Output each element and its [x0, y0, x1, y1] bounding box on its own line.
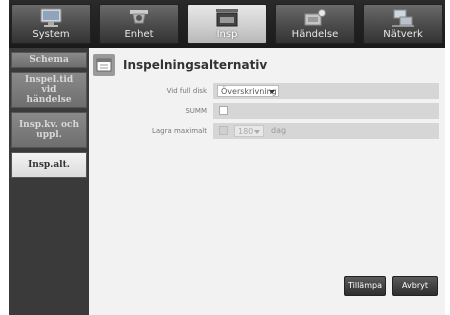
full-disk-label: Vid full disk [166, 87, 207, 95]
apply-button[interactable]: Tillämpa [344, 276, 386, 296]
screen: System Enhet Insp Händelse Nätverk Schem… [0, 0, 450, 315]
row-summ: SUMM [89, 103, 439, 119]
sidebar-item-label: Inspel.tid vid händelse [24, 75, 74, 105]
sidebar-item-record-quality[interactable]: Insp.kv. och uppl. [11, 112, 87, 148]
tab-label: Nätverk [383, 29, 423, 40]
row-max-save: Lagra maximalt 180 dag [89, 123, 439, 139]
tab-label: Insp [216, 29, 238, 40]
chevron-down-icon [269, 90, 275, 94]
max-save-unit: dag [271, 126, 287, 135]
max-save-days-select[interactable]: 180 [234, 125, 264, 137]
tab-system[interactable]: System [11, 4, 91, 44]
tab-label: Enhet [124, 29, 154, 40]
max-save-checkbox[interactable] [219, 126, 228, 135]
tab-insp[interactable]: Insp [187, 4, 267, 44]
full-disk-field: Överskrivning [213, 83, 439, 99]
sidebar-item-label: Insp.alt. [28, 160, 70, 170]
cancel-button[interactable]: Avbryt [392, 276, 438, 296]
sidebar-item-schema[interactable]: Schema [11, 52, 87, 68]
sidebar: Schema Inspel.tid vid händelse Insp.kv. … [9, 48, 89, 315]
sidebar-item-label: Schema [29, 55, 69, 65]
tab-label: Händelse [291, 29, 339, 40]
max-save-value: 180 [238, 127, 254, 136]
dvr-menu-window: System Enhet Insp Händelse Nätverk Schem… [9, 0, 445, 315]
calendar-icon [93, 54, 115, 76]
row-full-disk: Vid full disk Överskrivning [89, 83, 439, 99]
camera-icon [130, 10, 148, 24]
max-save-label: Lagra maximalt [151, 127, 207, 135]
tab-natverk[interactable]: Nätverk [363, 4, 443, 44]
network-icon [392, 9, 414, 27]
full-disk-select[interactable]: Överskrivning [217, 85, 279, 97]
tab-label: System [32, 29, 70, 40]
top-tab-bar: System Enhet Insp Händelse Nätverk [9, 0, 445, 48]
rec-icon [216, 9, 238, 27]
event-icon [304, 9, 326, 26]
sidebar-item-event-record-time[interactable]: Inspel.tid vid händelse [11, 72, 87, 108]
sidebar-item-label: Insp.kv. och uppl. [18, 120, 80, 140]
tab-handelse[interactable]: Händelse [275, 4, 355, 44]
chevron-down-icon [254, 130, 260, 134]
summ-checkbox[interactable] [219, 106, 228, 115]
max-save-field: 180 dag [213, 123, 439, 139]
summ-field [213, 103, 439, 119]
monitor-icon [40, 8, 62, 27]
sidebar-item-record-options[interactable]: Insp.alt. [11, 152, 87, 178]
main-panel: Inspelningsalternativ Vid full disk Över… [89, 48, 445, 315]
page-title: Inspelningsalternativ [123, 58, 268, 72]
tab-enhet[interactable]: Enhet [99, 4, 179, 44]
summ-label: SUMM [185, 107, 207, 115]
